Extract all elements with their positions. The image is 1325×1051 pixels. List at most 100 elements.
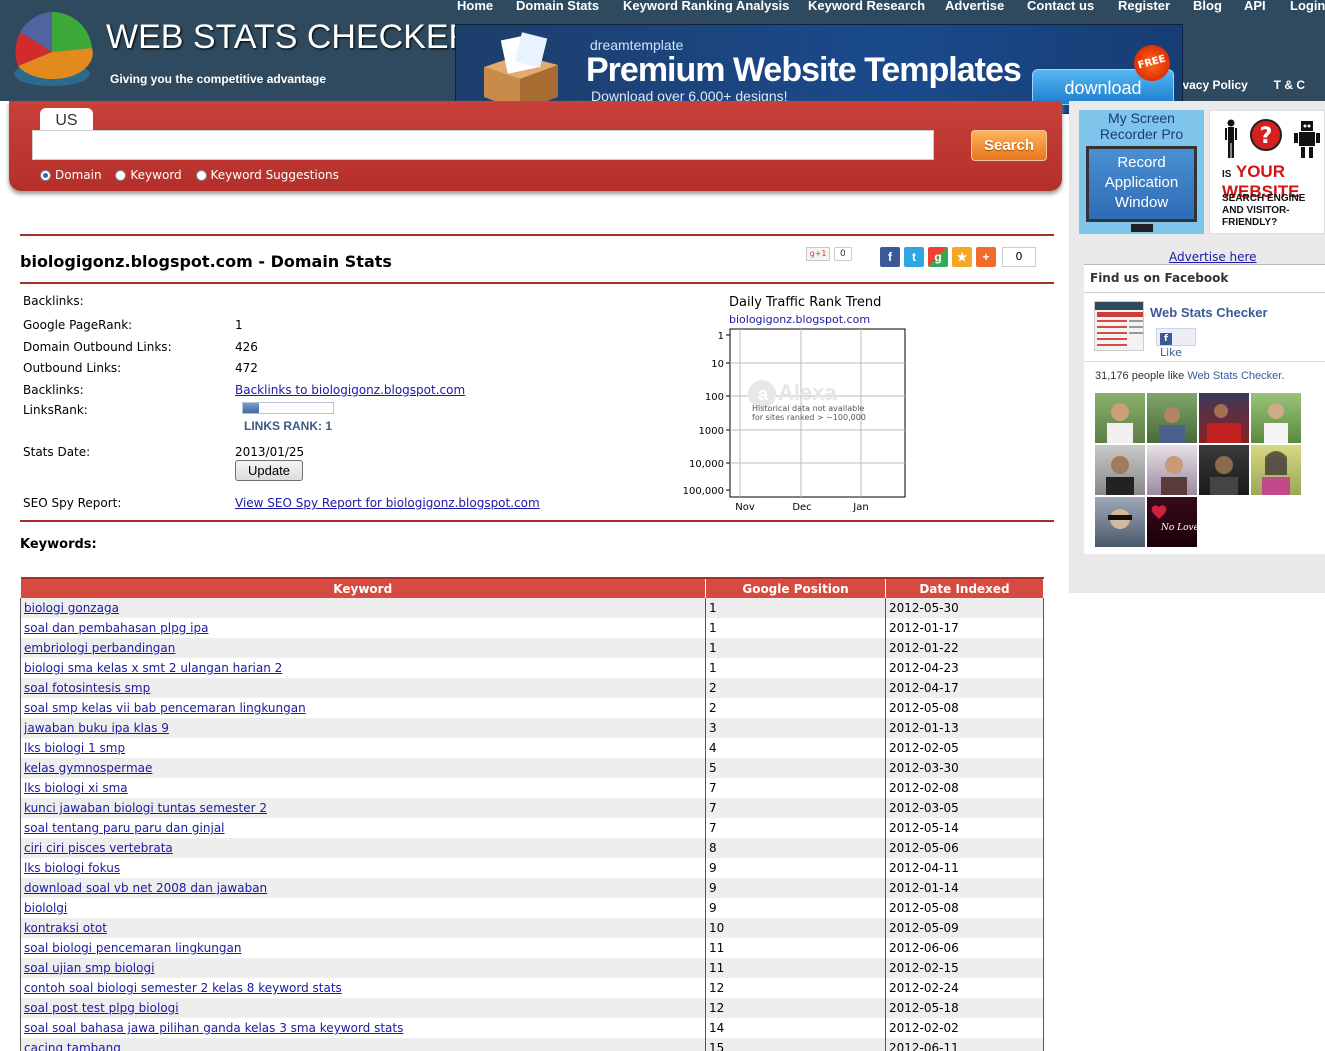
date-indexed-cell: 2012-06-06 bbox=[885, 938, 1044, 958]
facebook-page-thumbnail[interactable] bbox=[1094, 301, 1144, 351]
logo-pie-icon[interactable] bbox=[8, 4, 96, 92]
keyword-link[interactable]: kunci jawaban biologi tuntas semester 2 bbox=[24, 801, 267, 815]
date-indexed-cell: 2012-02-05 bbox=[885, 738, 1044, 758]
advertise-here-link[interactable]: Advertise here bbox=[1169, 250, 1257, 264]
keyword-link[interactable]: soal smp kelas vii bab pencemaran lingku… bbox=[24, 701, 306, 715]
radio-keyword[interactable] bbox=[115, 169, 127, 181]
facebook-f-icon: f bbox=[1160, 333, 1172, 345]
screen-recorder-ad[interactable]: My Screen Recorder Pro Record Applicatio… bbox=[1079, 110, 1204, 234]
fan-avatar[interactable] bbox=[1199, 393, 1249, 443]
table-row: lks biologi fokus 9 2012-04-11 bbox=[20, 858, 1044, 878]
site-logo-title[interactable]: WEB STATS CHECKER bbox=[106, 18, 473, 57]
option-keyword-label: Keyword bbox=[130, 168, 182, 182]
nav-keyword-research[interactable]: Keyword Research bbox=[808, 0, 925, 13]
keyword-link[interactable]: embriologi perbandingan bbox=[24, 641, 175, 655]
keyword-link[interactable]: biologi gonzaga bbox=[24, 601, 119, 615]
option-keyword[interactable]: Keyword bbox=[115, 168, 182, 182]
nav-blog[interactable]: Blog bbox=[1193, 0, 1222, 13]
keywords-table-body: biologi gonzaga 1 2012-05-30 soal dan pemba… bbox=[20, 598, 1044, 1051]
fan-avatar[interactable] bbox=[1095, 497, 1145, 547]
fan-avatar[interactable] bbox=[1095, 393, 1145, 443]
date-indexed-cell: 2012-02-08 bbox=[885, 778, 1044, 798]
linksrank-bar-fill bbox=[243, 403, 260, 413]
gplus-share: g+1 0 bbox=[806, 247, 852, 261]
keyword-link[interactable]: soal fotosintesis smp bbox=[24, 681, 150, 695]
nav-keyword-ranking-analysis[interactable]: Keyword Ranking Analysis bbox=[623, 0, 789, 13]
keyword-link[interactable]: lks biologi fokus bbox=[24, 861, 120, 875]
facebook-share-icon[interactable]: f bbox=[880, 247, 900, 267]
update-button[interactable]: Update bbox=[235, 460, 303, 481]
fan-avatar[interactable] bbox=[1147, 393, 1197, 443]
gplus-count: 0 bbox=[834, 247, 852, 261]
seo-spy-link[interactable]: View SEO Spy Report for biologigonz.blog… bbox=[235, 496, 540, 510]
keyword-link[interactable]: kelas gymnospermae bbox=[24, 761, 152, 775]
fan-avatar[interactable] bbox=[1095, 445, 1145, 495]
traffic-chart-domain: biologigonz.blogspot.com bbox=[729, 313, 871, 326]
keyword-link[interactable]: lks biologi 1 smp bbox=[24, 741, 125, 755]
backlinks-link[interactable]: Backlinks to biologigonz.blogspot.com bbox=[235, 383, 465, 397]
google-position-cell: 2 bbox=[705, 678, 886, 698]
keyword-link[interactable]: kontraksi otot bbox=[24, 921, 107, 935]
gplus-button[interactable]: g+1 bbox=[806, 247, 830, 261]
fan-avatar[interactable]: No Love bbox=[1147, 497, 1197, 547]
keyword-link[interactable]: contoh soal biologi semester 2 kelas 8 k… bbox=[24, 981, 342, 995]
x-tick-nov: Nov bbox=[735, 502, 755, 513]
backlinks-header-label: Backlinks: bbox=[23, 294, 84, 308]
nav-login[interactable]: Login bbox=[1290, 0, 1325, 13]
addthis-plus-icon[interactable]: + bbox=[976, 247, 996, 267]
search-region-tab[interactable]: US bbox=[40, 108, 93, 132]
pagerank-label: Google PageRank: bbox=[23, 318, 133, 332]
option-keyword-suggestions[interactable]: Keyword Suggestions bbox=[195, 168, 339, 182]
column-header-keyword[interactable]: Keyword bbox=[20, 577, 706, 598]
svg-text:a: a bbox=[758, 384, 769, 404]
option-domain[interactable]: Domain bbox=[40, 168, 102, 182]
keyword-link[interactable]: soal soal bahasa jawa pilihan ganda kela… bbox=[24, 1021, 403, 1035]
keyword-link[interactable]: soal tentang paru paru dan ginjal bbox=[24, 821, 225, 835]
radio-keyword-suggestions[interactable] bbox=[195, 169, 207, 181]
keyword-link[interactable]: soal dan pembahasan plpg ipa bbox=[24, 621, 208, 635]
google-share-icon[interactable]: g bbox=[928, 247, 948, 267]
nav-advertise[interactable]: Advertise bbox=[945, 0, 1004, 13]
fb-count-page-link[interactable]: Web Stats Checker bbox=[1187, 370, 1281, 382]
keyword-link[interactable]: ciri ciri pisces vertebrata bbox=[24, 841, 173, 855]
facebook-like-count: 31,176 people like Web Stats Checker. bbox=[1095, 370, 1284, 382]
nav-register[interactable]: Register bbox=[1118, 0, 1170, 13]
keyword-link[interactable]: lks biologi xi sma bbox=[24, 781, 128, 795]
radio-domain[interactable] bbox=[40, 169, 51, 181]
table-row: lks biologi 1 smp 4 2012-02-05 bbox=[20, 738, 1044, 758]
fan-avatar[interactable] bbox=[1251, 445, 1301, 495]
table-row: soal smp kelas vii bab pencemaran lingku… bbox=[20, 698, 1044, 718]
google-position-cell: 3 bbox=[705, 718, 886, 738]
keyword-link[interactable]: jawaban buku ipa klas 9 bbox=[24, 721, 169, 735]
nav-contact-us[interactable]: Contact us bbox=[1027, 0, 1094, 13]
nav-home[interactable]: Home bbox=[457, 0, 493, 13]
google-position-cell: 5 bbox=[705, 758, 886, 778]
y-tick-10000: 10,000 bbox=[689, 459, 724, 470]
facebook-page-name[interactable]: Web Stats Checker bbox=[1150, 305, 1268, 320]
keyword-link[interactable]: soal biologi pencemaran lingkungan bbox=[24, 941, 241, 955]
column-header-google-position[interactable]: Google Position bbox=[705, 577, 886, 598]
search-input[interactable] bbox=[32, 130, 934, 160]
nav-domain-stats[interactable]: Domain Stats bbox=[516, 0, 599, 13]
nav-privacy-policy[interactable]: vacy Policy bbox=[1182, 78, 1247, 92]
search-button[interactable]: Search bbox=[971, 130, 1047, 161]
twitter-share-icon[interactable]: t bbox=[904, 247, 924, 267]
date-indexed-cell: 2012-02-02 bbox=[885, 1018, 1044, 1038]
keyword-link[interactable]: cacing tambang bbox=[24, 1041, 121, 1051]
keyword-link[interactable]: biololgi bbox=[24, 901, 67, 915]
nav-api[interactable]: API bbox=[1244, 0, 1266, 13]
favorites-star-icon[interactable]: ★ bbox=[952, 247, 972, 267]
fan-avatar[interactable] bbox=[1147, 445, 1197, 495]
keyword-link[interactable]: soal ujian smp biologi bbox=[24, 961, 154, 975]
table-row: kontraksi otot 10 2012-05-09 bbox=[20, 918, 1044, 938]
nav-terms[interactable]: T & C bbox=[1274, 78, 1305, 92]
divider bbox=[20, 234, 1054, 236]
fan-avatar[interactable] bbox=[1251, 393, 1301, 443]
keyword-link[interactable]: download soal vb net 2008 dan jawaban bbox=[24, 881, 267, 895]
fan-avatar[interactable] bbox=[1199, 445, 1249, 495]
keyword-link[interactable]: soal post test plpg biologi bbox=[24, 1001, 179, 1015]
seo-friendly-ad[interactable]: ? IS YOUR WEBSITE SEARCH ENGINE AND VISIT… bbox=[1209, 110, 1325, 234]
keyword-link[interactable]: biologi sma kelas x smt 2 ulangan harian… bbox=[24, 661, 282, 675]
column-header-date-indexed[interactable]: Date Indexed bbox=[885, 577, 1044, 598]
facebook-like-button[interactable]: fLike bbox=[1156, 328, 1196, 359]
